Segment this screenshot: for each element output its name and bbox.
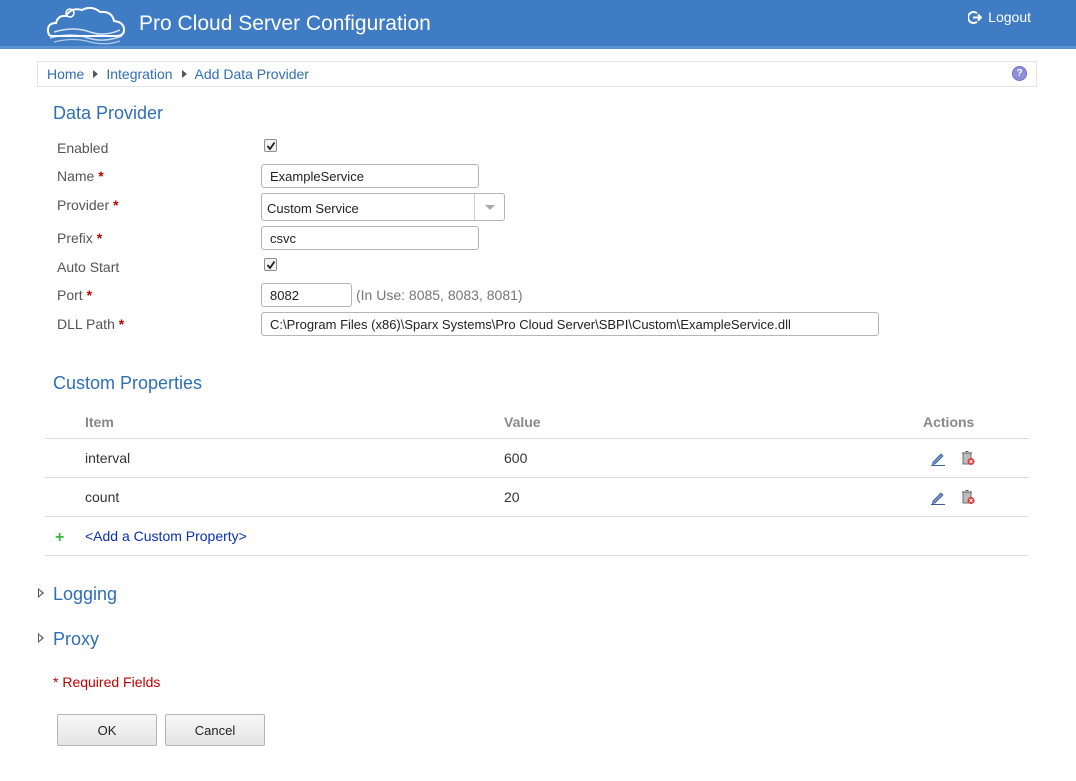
ok-button[interactable]: OK (57, 714, 157, 746)
expand-triangle-icon[interactable] (38, 633, 44, 643)
column-header-value: Value (504, 414, 541, 430)
row-value: 20 (504, 489, 520, 505)
enabled-checkbox[interactable] (264, 139, 277, 152)
table-divider (45, 477, 1029, 478)
app-header: Pro Cloud Server Configuration Logout (0, 0, 1076, 49)
dll-path-label: DLL Path * (57, 316, 125, 332)
dll-path-input[interactable] (261, 312, 879, 336)
row-item: interval (85, 450, 131, 466)
prefix-label: Prefix * (57, 230, 103, 246)
proxy-section-toggle[interactable]: Proxy (53, 629, 99, 650)
add-custom-property-link[interactable]: <Add a Custom Property> (85, 528, 247, 544)
add-plus-icon[interactable]: + (55, 529, 64, 547)
required-fields-note: * Required Fields (53, 674, 161, 690)
breadcrumb-integration[interactable]: Integration (106, 66, 172, 82)
breadcrumb-home[interactable]: Home (47, 66, 84, 82)
port-label: Port * (57, 287, 93, 303)
prefix-input[interactable] (261, 226, 479, 250)
enabled-label: Enabled (57, 140, 109, 156)
provider-label: Provider * (57, 197, 119, 213)
port-in-use-hint: (In Use: 8085, 8083, 8081) (356, 287, 523, 303)
cancel-button[interactable]: Cancel (165, 714, 265, 746)
logout-icon (968, 10, 983, 24)
help-icon[interactable]: ? (1012, 66, 1027, 81)
checkmark-icon (266, 260, 275, 269)
row-value: 600 (504, 450, 528, 466)
edit-pencil-icon[interactable] (930, 450, 946, 466)
column-header-actions: Actions (923, 414, 975, 430)
breadcrumb-add-data-provider[interactable]: Add Data Provider (195, 66, 309, 82)
row-item: count (85, 489, 120, 505)
port-input[interactable] (261, 283, 352, 307)
chevron-down-icon (484, 204, 495, 210)
auto-start-checkbox[interactable] (264, 258, 277, 271)
app-title: Pro Cloud Server Configuration (139, 12, 431, 35)
checkmark-icon (266, 141, 275, 150)
name-input[interactable] (261, 164, 479, 188)
logging-section-toggle[interactable]: Logging (53, 584, 117, 605)
auto-start-label: Auto Start (57, 259, 120, 275)
provider-select[interactable]: Custom Service (261, 193, 505, 221)
provider-dropdown-button[interactable] (474, 194, 504, 220)
table-divider (45, 516, 1029, 517)
edit-pencil-icon[interactable] (930, 489, 946, 505)
data-provider-section-title: Data Provider (53, 103, 164, 123)
delete-trash-icon[interactable] (960, 450, 976, 466)
cloud-logo-icon (46, 6, 126, 45)
expand-triangle-icon[interactable] (38, 588, 44, 598)
breadcrumb-separator-icon (93, 70, 99, 78)
logout-button[interactable]: Logout (968, 9, 1031, 25)
provider-select-value: Custom Service (267, 201, 359, 216)
column-header-item: Item (85, 414, 114, 430)
table-divider (45, 438, 1029, 439)
breadcrumb: Home Integration Add Data Provider ? (37, 61, 1037, 87)
breadcrumb-separator-icon (181, 70, 187, 78)
name-label: Name * (57, 168, 104, 184)
logout-label: Logout (988, 9, 1031, 25)
custom-properties-section-title: Custom Properties (53, 373, 203, 393)
delete-trash-icon[interactable] (960, 489, 976, 505)
table-divider (45, 555, 1029, 556)
